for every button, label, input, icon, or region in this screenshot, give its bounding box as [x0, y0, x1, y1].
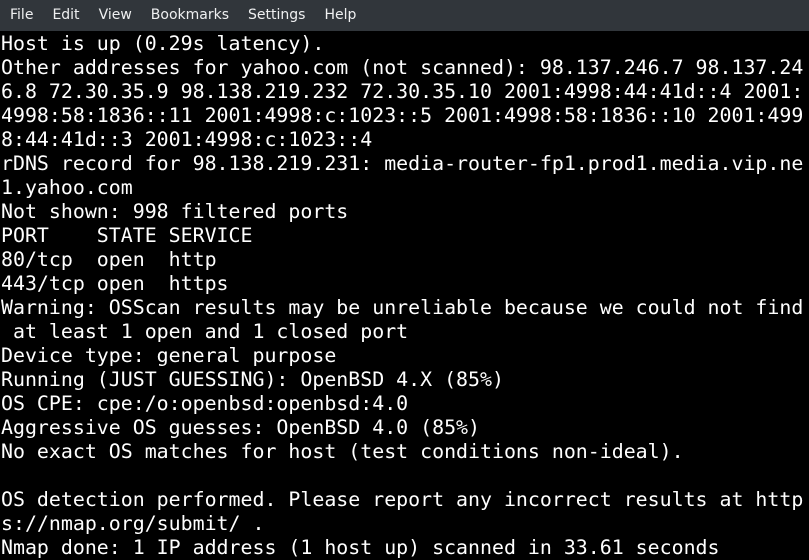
menu-bar: File Edit View Bookmarks Settings Help	[0, 0, 809, 31]
terminal-line: 6.8 72.30.35.9 98.138.219.232 72.30.35.1…	[1, 80, 804, 103]
terminal-line: OS detection performed. Please report an…	[1, 488, 804, 511]
menu-view[interactable]: View	[89, 0, 141, 31]
menu-help[interactable]: Help	[314, 0, 365, 31]
terminal-line: Not shown: 998 filtered ports	[1, 200, 349, 223]
terminal-output[interactable]: Host is up (0.29s latency). Other addres…	[1, 32, 809, 560]
terminal-line: at least 1 open and 1 closed port	[1, 320, 409, 343]
terminal-line: 80/tcp open http	[1, 248, 217, 271]
menu-edit[interactable]: Edit	[42, 0, 88, 31]
terminal-window: File Edit View Bookmarks Settings Help H…	[0, 0, 809, 560]
terminal-line: Warning: OSScan results may be unreliabl…	[1, 296, 804, 319]
terminal-line: PORT STATE SERVICE	[1, 224, 253, 247]
menu-bookmarks[interactable]: Bookmarks	[141, 0, 238, 31]
terminal-line: Aggressive OS guesses: OpenBSD 4.0 (85%)	[1, 416, 481, 439]
terminal-line: No exact OS matches for host (test condi…	[1, 440, 684, 463]
terminal-line: Running (JUST GUESSING): OpenBSD 4.X (85…	[1, 368, 504, 391]
terminal-line: Other addresses for yahoo.com (not scann…	[1, 56, 804, 79]
terminal-line: Nmap done: 1 IP address (1 host up) scan…	[1, 536, 720, 559]
terminal-line: 443/tcp open https	[1, 272, 229, 295]
terminal-line: Host is up (0.29s latency).	[1, 32, 325, 55]
terminal-line: 8:44:41d::3 2001:4998:c:1023::4	[1, 128, 373, 151]
terminal-line: 4998:58:1836::11 2001:4998:c:1023::5 200…	[1, 104, 804, 127]
terminal-line: OS CPE: cpe:/o:openbsd:openbsd:4.0	[1, 392, 409, 415]
terminal-line: 1.yahoo.com	[1, 176, 133, 199]
terminal-line: rDNS record for 98.138.219.231: media-ro…	[1, 152, 804, 175]
terminal-line: s://nmap.org/submit/ .	[1, 512, 265, 535]
menu-settings[interactable]: Settings	[238, 0, 314, 31]
menu-file[interactable]: File	[0, 0, 42, 31]
terminal-line: Device type: general purpose	[1, 344, 337, 367]
